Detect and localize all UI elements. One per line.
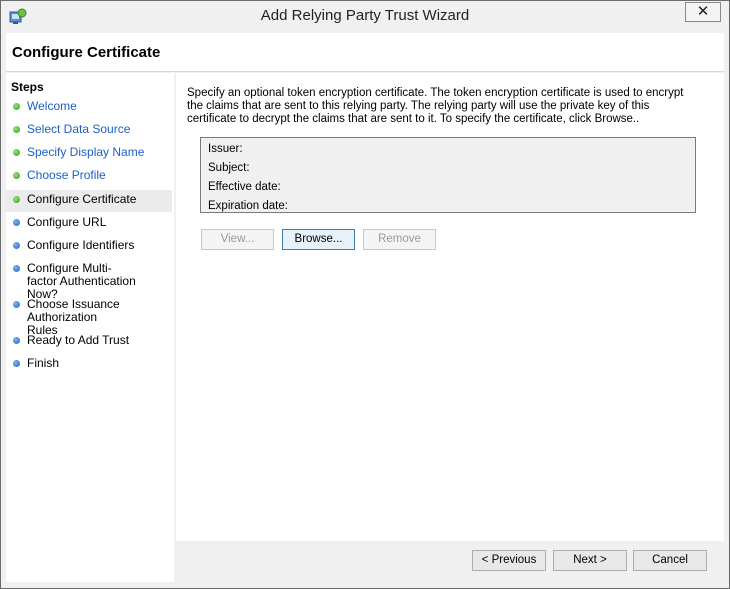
effective-date-label: Effective date: (208, 181, 281, 193)
content-pane: Specify an optional token encryption cer… (176, 73, 724, 582)
window-title: Add Relying Party Trust Wizard (260, 7, 470, 24)
step-label: Specify Display Name (27, 145, 145, 159)
completed-step-icon (13, 103, 20, 110)
step-label: Select Data Source (27, 122, 131, 136)
wizard-header: Configure Certificate (6, 33, 724, 72)
step-configure-multi-factor: Configure Multi-factor Authentication No… (6, 259, 172, 301)
step-label: Finish (27, 356, 60, 370)
step-choose-profile[interactable]: Choose Profile (6, 166, 172, 188)
step-label: Welcome (27, 99, 77, 113)
pending-step-icon (13, 242, 20, 249)
step-label: Configure Identifiers (27, 238, 135, 252)
step-choose-issuance-authorization-rules: Choose Issuance Authorization Rules (6, 295, 172, 337)
step-configure-identifiers: Configure Identifiers (6, 236, 172, 258)
title-bar[interactable]: Add Relying Party Trust Wizard ✕ (1, 1, 729, 33)
view-button: View... (201, 229, 274, 250)
step-ready-to-add-trust: Ready to Add Trust (6, 331, 172, 353)
pending-step-icon (13, 360, 20, 367)
steps-heading: Steps (11, 80, 44, 94)
step-welcome[interactable]: Welcome (6, 97, 172, 119)
step-specify-display-name[interactable]: Specify Display Name (6, 143, 172, 165)
pending-step-icon (13, 337, 20, 344)
current-step-icon (13, 196, 20, 203)
subject-label: Subject: (208, 162, 250, 174)
close-icon: ✕ (696, 3, 710, 20)
description-text: Specify an optional token encryption cer… (187, 87, 684, 125)
remove-button: Remove (363, 229, 436, 250)
pending-step-icon (13, 219, 20, 226)
previous-button[interactable]: < Previous (472, 550, 546, 571)
step-label: Configure Certificate (27, 192, 137, 206)
step-label: Configure URL (27, 215, 107, 229)
cancel-button[interactable]: Cancel (633, 550, 707, 571)
step-label: Ready to Add Trust (27, 333, 130, 347)
browse-button[interactable]: Browse... (282, 229, 355, 250)
page-title: Configure Certificate (12, 44, 161, 61)
completed-step-icon (13, 126, 20, 133)
close-button[interactable]: ✕ (685, 2, 721, 22)
step-configure-certificate: Configure Certificate (6, 190, 172, 212)
pending-step-icon (13, 301, 20, 308)
expiration-date-label: Expiration date: (208, 200, 288, 212)
wizard-window: Add Relying Party Trust Wizard ✕ Configu… (0, 0, 730, 589)
wizard-footer: < Previous Next > Cancel (176, 541, 724, 582)
pending-step-icon (13, 265, 20, 272)
step-finish: Finish (6, 354, 172, 376)
next-button[interactable]: Next > (553, 550, 627, 571)
step-label: Choose Profile (27, 168, 106, 182)
step-select-data-source[interactable]: Select Data Source (6, 120, 172, 142)
step-configure-url: Configure URL (6, 213, 172, 235)
completed-step-icon (13, 172, 20, 179)
completed-step-icon (13, 149, 20, 156)
steps-pane: Steps Welcome Select Data Source Specify… (6, 73, 174, 582)
certificate-details-box: Issuer: Subject: Effective date: Expirat… (200, 137, 696, 213)
issuer-label: Issuer: (208, 143, 243, 155)
